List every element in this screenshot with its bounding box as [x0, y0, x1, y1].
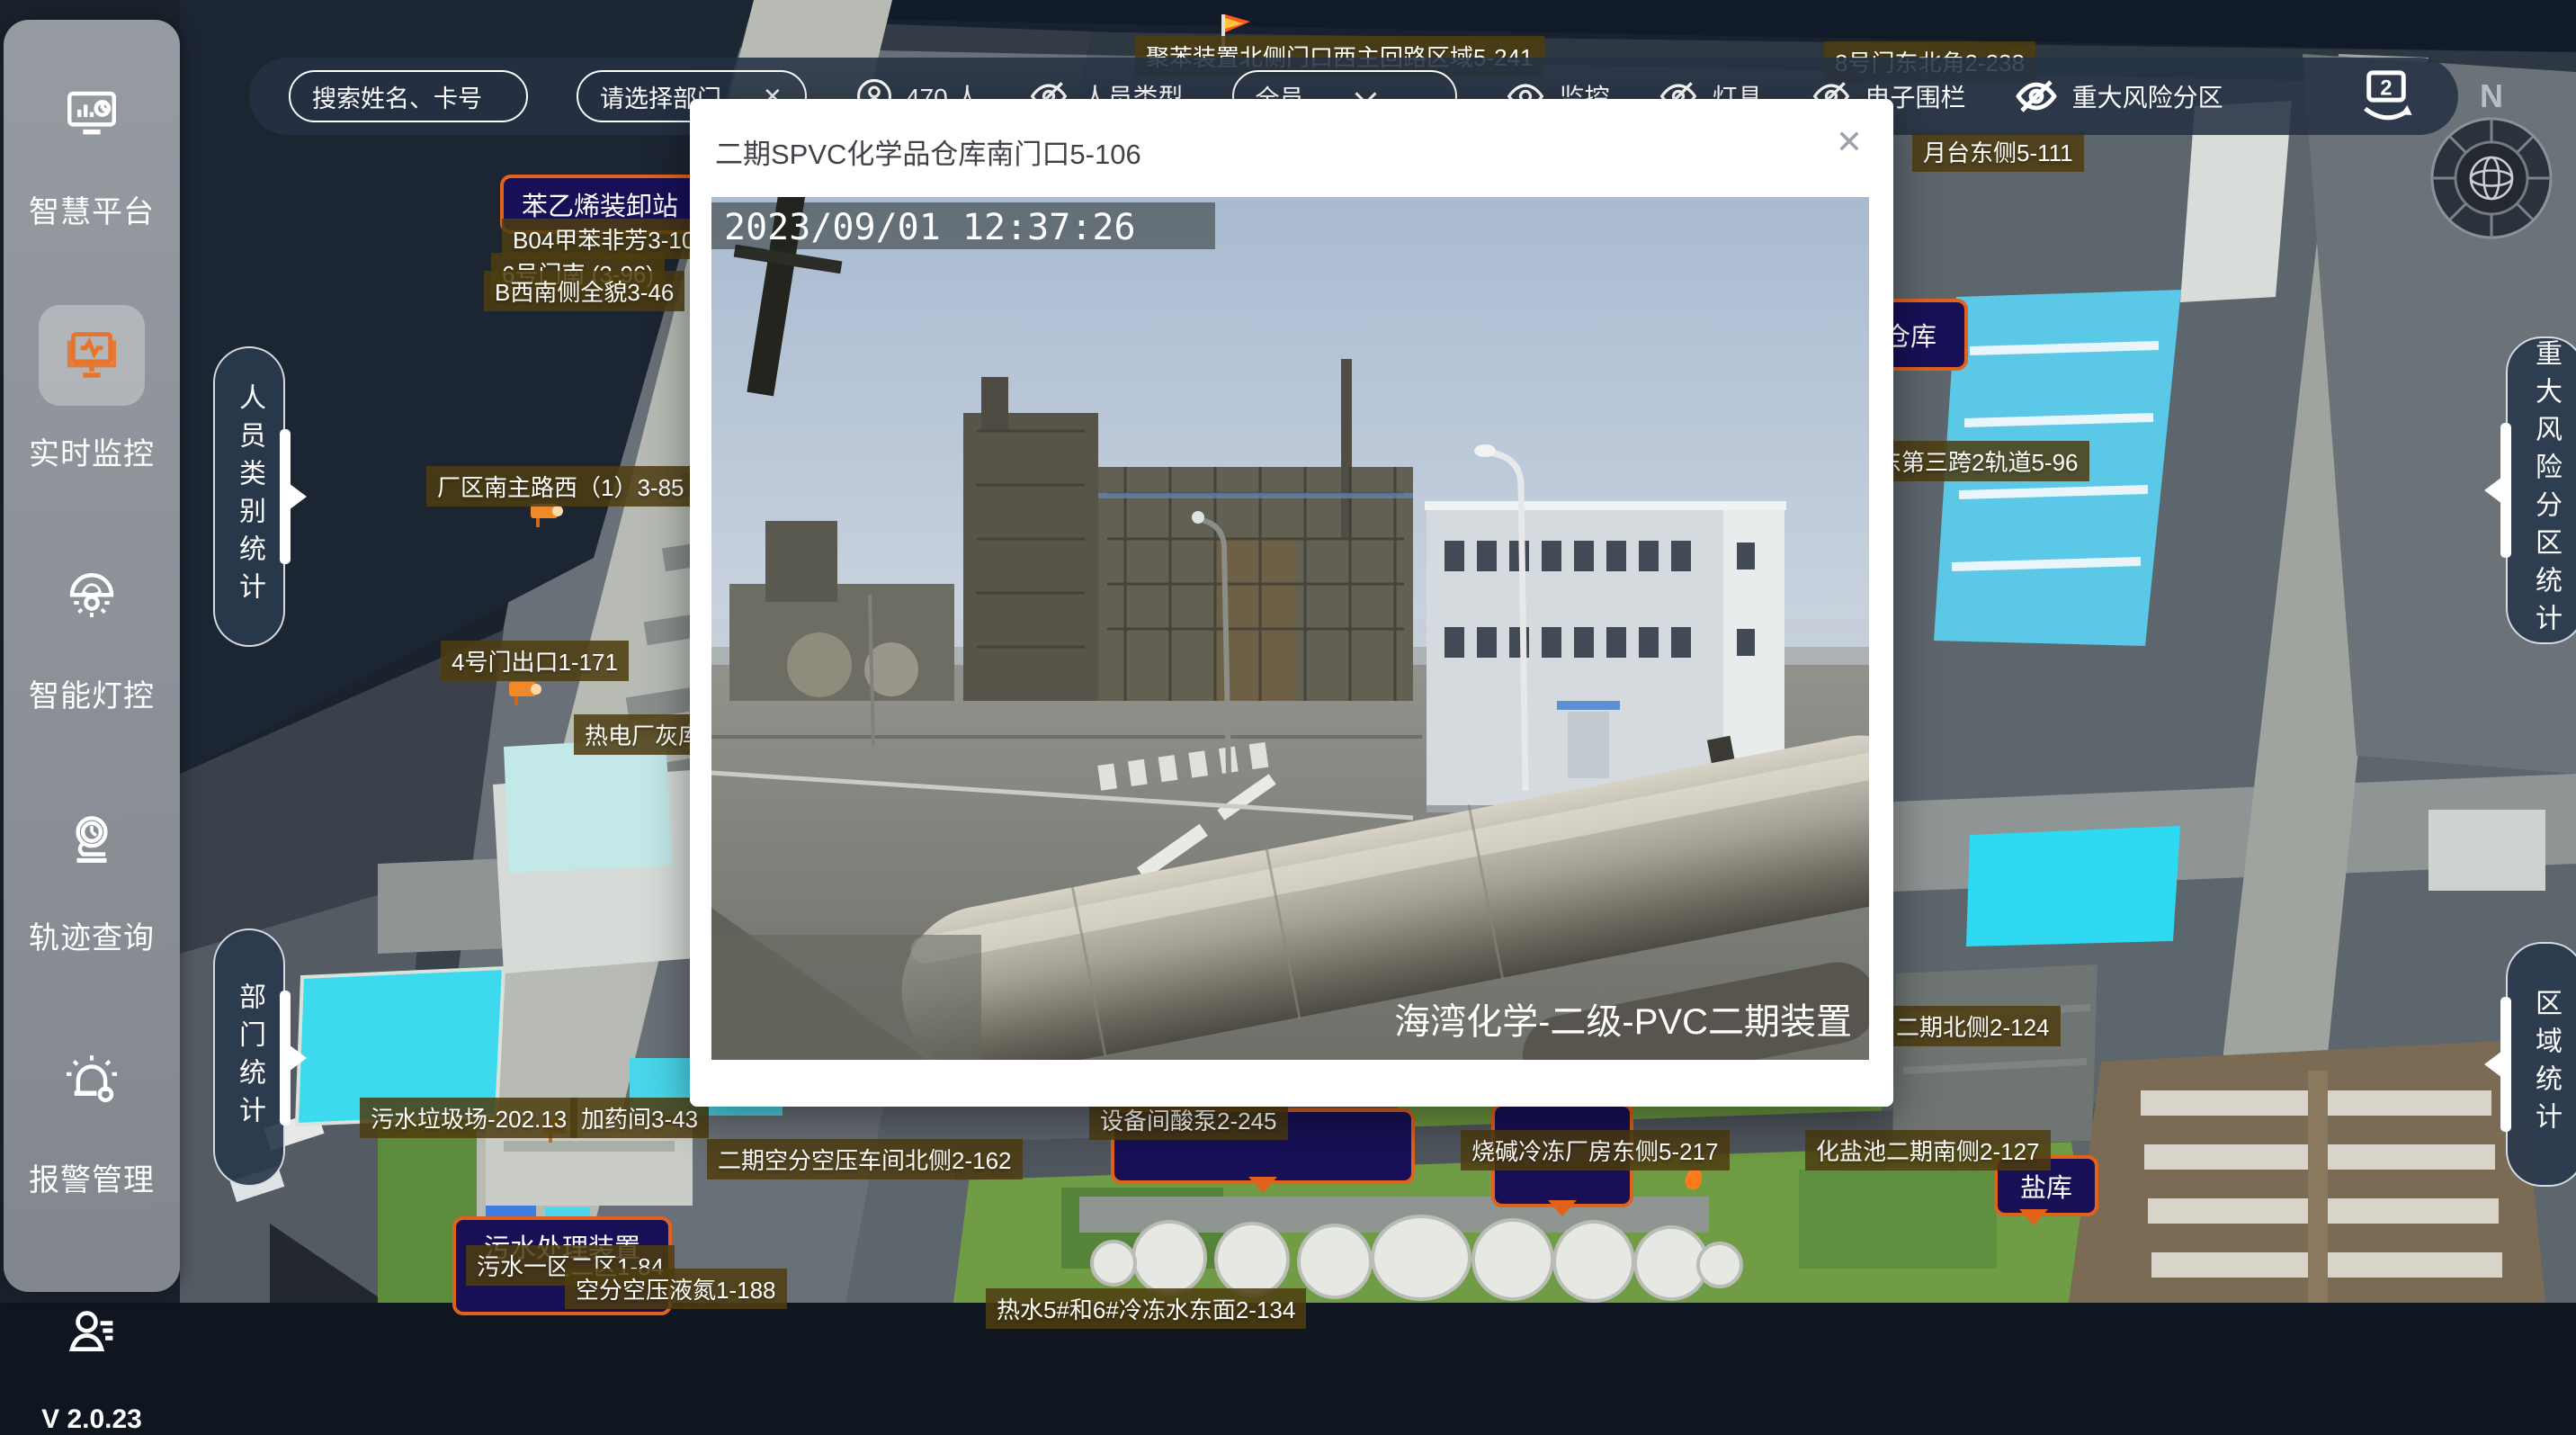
camera-modal: 二期SPVC化学品仓库南门口5-106 ✕: [690, 99, 1893, 1107]
sidebar-item-user-list[interactable]: [39, 1280, 145, 1404]
camera-watermark: 海湾化学-二级-PVC二期装置: [1394, 1002, 1852, 1042]
close-icon[interactable]: ✕: [1836, 124, 1863, 161]
search-placeholder: 搜索姓名、卡号: [312, 79, 482, 114]
tab-area-stats[interactable]: 区域统计: [2506, 942, 2576, 1187]
sidebar-item-alarm-management[interactable]: 报警管理: [29, 1031, 155, 1199]
realtime-monitor-icon: [39, 305, 145, 406]
sidebar-item-track-query[interactable]: 轨迹查询: [29, 789, 155, 957]
map-label[interactable]: 热水5#和6#冷冻水东面2-134: [986, 1288, 1306, 1329]
map-label[interactable]: 二期北侧2-124: [1885, 1006, 2061, 1046]
track-query-icon: [39, 789, 145, 890]
camera-feed-image: 2023/09/01 12:37:26 海湾化学-二级-PVC二期装置: [711, 197, 1869, 1060]
eye-off-bold-icon: [2015, 75, 2058, 118]
sidebar-item-smart-platform[interactable]: 智慧平台: [29, 63, 155, 231]
switch-2d-icon: 2: [2354, 67, 2419, 126]
svg-text:2: 2: [2380, 76, 2392, 100]
map-label[interactable]: 东第三跨2轨道5-96: [1867, 441, 2089, 481]
modal-title: 二期SPVC化学品仓库南门口5-106: [715, 131, 1141, 172]
search-input[interactable]: 搜索姓名、卡号: [289, 70, 528, 122]
map-label[interactable]: 厂区南主路西（1）3-85: [426, 466, 695, 507]
alarm-management-icon: [39, 1031, 145, 1132]
sidebar-item-smart-light[interactable]: 智能灯控: [29, 547, 155, 715]
sidebar-item-realtime-monitor[interactable]: 实时监控: [29, 305, 155, 473]
tab-person-category-stats[interactable]: 人员类别统计: [213, 346, 285, 647]
user-list-icon: [39, 1280, 145, 1381]
map-label[interactable]: B西南侧全貌3-46: [484, 271, 684, 311]
camera-timestamp: 2023/09/01 12:37:26: [724, 207, 1136, 248]
map-label[interactable]: 烧碱冷冻厂房东侧5-217: [1461, 1130, 1730, 1170]
map-label[interactable]: 空分空压液氮1-188: [565, 1269, 787, 1309]
map-label[interactable]: 4号门出口1-171: [441, 641, 629, 681]
map-label[interactable]: 二期空分空压车间北侧2-162: [707, 1139, 1023, 1179]
toggle-major-risk-zone[interactable]: 重大风险分区: [2015, 75, 2223, 118]
smart-light-icon: [39, 547, 145, 648]
tab-department-stats[interactable]: 部门统计: [213, 928, 285, 1187]
tab-major-risk-zone-stats[interactable]: 重大风险分区统计: [2506, 336, 2576, 644]
sidebar: 智慧平台 实时监控 智能灯控: [4, 20, 180, 1292]
map-label[interactable]: 化盐池二期南侧2-127: [1805, 1130, 2051, 1170]
smart-platform-monitor-icon: [39, 63, 145, 164]
map-label[interactable]: 加药间3-43: [570, 1098, 709, 1138]
compass-north-label: N: [2427, 77, 2556, 115]
version-label: V 2.0.23: [41, 1404, 142, 1435]
map-label[interactable]: 污水垃圾场-202.13: [360, 1098, 577, 1138]
map-label[interactable]: 月台东侧5-111: [1912, 131, 2084, 172]
compass-gimbal[interactable]: [2427, 113, 2556, 243]
view-mode-button[interactable]: 2: [2354, 67, 2419, 126]
